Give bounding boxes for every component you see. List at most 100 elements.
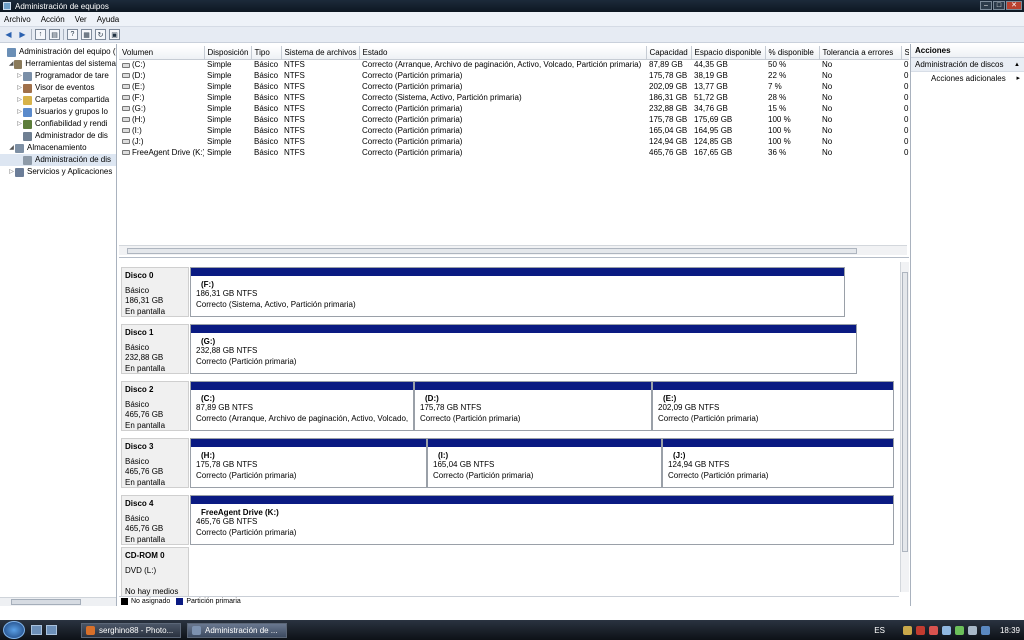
column-header[interactable]: S bbox=[901, 46, 909, 60]
tree-item[interactable]: ▷ Visor de eventos bbox=[0, 82, 116, 94]
tree-item[interactable]: Administrador de dis bbox=[0, 130, 116, 142]
column-header[interactable]: Tolerancia a errores bbox=[819, 46, 902, 60]
tray-update-icon[interactable] bbox=[954, 625, 964, 635]
tray-network-icon[interactable] bbox=[941, 625, 951, 635]
view-icon[interactable]: ▦ bbox=[81, 29, 92, 40]
switch-windows-icon[interactable] bbox=[46, 625, 57, 635]
expand-arrow-icon[interactable]: ▷ bbox=[16, 118, 23, 130]
back-arrow-icon[interactable]: ◀ bbox=[3, 29, 14, 40]
tree-item[interactable]: ▷ Programador de tare bbox=[0, 70, 116, 82]
refresh-icon[interactable]: ↻ bbox=[95, 29, 106, 40]
table-row[interactable]: (H:) Simple Básico NTFS Correcto (Partición … bbox=[119, 114, 909, 125]
column-header[interactable]: % disponible bbox=[765, 46, 820, 60]
disk-row[interactable]: Disco 1 Básico 232,88 GB En pantalla (G:) 232… bbox=[119, 321, 899, 375]
cdrom-info[interactable]: CD-ROM 0 DVD (L:) No hay medios bbox=[121, 547, 189, 597]
forward-arrow-icon[interactable]: ▶ bbox=[17, 29, 28, 40]
collapse-up-icon[interactable]: ▲ bbox=[1014, 58, 1020, 72]
table-row[interactable]: (G:) Simple Básico NTFS Correcto (Partición … bbox=[119, 103, 909, 114]
tree-item[interactable]: ▷ Confiabilidad y rendi bbox=[0, 118, 116, 130]
tray-arrow-icon[interactable] bbox=[902, 625, 912, 635]
column-header[interactable]: Espacio disponible bbox=[691, 46, 766, 60]
table-row[interactable]: (E:) Simple Básico NTFS Correcto (Partición … bbox=[119, 81, 909, 92]
tree-item[interactable]: ▷ Carpetas compartida bbox=[0, 94, 116, 106]
show-hide-tree-icon[interactable]: ▤ bbox=[49, 29, 60, 40]
expand-arrow-icon[interactable]: ▷ bbox=[16, 82, 23, 94]
volume-name: (F:) bbox=[132, 93, 145, 102]
disk-vertical-scrollbar[interactable] bbox=[900, 262, 909, 592]
tree-horizontal-scrollbar[interactable] bbox=[0, 597, 116, 606]
tree-item[interactable]: Administración de dis bbox=[0, 154, 116, 166]
scrollbar-thumb[interactable] bbox=[127, 248, 857, 254]
table-row[interactable]: FreeAgent Drive (K:) Simple Básico NTFS Corr… bbox=[119, 147, 909, 158]
tree-item[interactable]: ▷ Servicios y Aplicaciones bbox=[0, 166, 116, 178]
language-indicator[interactable]: ES bbox=[874, 626, 885, 635]
column-header[interactable]: Disposición bbox=[204, 46, 252, 60]
taskbar-button[interactable]: serghino88 - Photo... bbox=[81, 622, 181, 638]
expand-arrow-icon[interactable]: ◢ bbox=[8, 142, 15, 154]
disk-row[interactable]: Disco 0 Básico 186,31 GB En pantalla (F:) 186… bbox=[119, 264, 899, 318]
partition[interactable]: (D:) 175,78 GB NTFS Correcto (Partición pr… bbox=[414, 381, 652, 431]
tray-device-icon[interactable] bbox=[980, 625, 990, 635]
partition[interactable]: (H:) 175,78 GB NTFS Correcto (Partición pr… bbox=[190, 438, 427, 488]
tray-antivirus-icon[interactable] bbox=[915, 625, 925, 635]
partition[interactable]: FreeAgent Drive (K:) 465,76 GB NTFS Correc… bbox=[190, 495, 894, 545]
actions-section-disk-management[interactable]: Administración de discos ▲ bbox=[911, 58, 1024, 72]
scrollbar-thumb[interactable] bbox=[902, 272, 908, 552]
menu-ayuda[interactable]: Ayuda bbox=[97, 15, 120, 24]
clock[interactable]: 18:39 bbox=[1000, 626, 1020, 635]
table-row[interactable]: (J:) Simple Básico NTFS Correcto (Partición … bbox=[119, 136, 909, 147]
partition[interactable]: (C:) 87,89 GB NTFS Correcto (Arranque, Arc… bbox=[190, 381, 414, 431]
table-row[interactable]: (F:) Simple Básico NTFS Correcto (Sistema, A… bbox=[119, 92, 909, 103]
table-row[interactable]: (I:) Simple Básico NTFS Correcto (Partición … bbox=[119, 125, 909, 136]
partition[interactable]: (E:) 202,09 GB NTFS Correcto (Partición pr… bbox=[652, 381, 894, 431]
column-header[interactable]: Volumen bbox=[119, 46, 205, 60]
table-row[interactable]: (C:) Simple Básico NTFS Correcto (Arranque, … bbox=[119, 59, 909, 70]
tree-item[interactable]: Administración del equipo ( bbox=[0, 46, 116, 58]
disk-info[interactable]: Disco 2 Básico 465,76 GB En pantalla bbox=[121, 381, 189, 431]
disk-info[interactable]: Disco 4 Básico 465,76 GB En pantalla bbox=[121, 495, 189, 545]
maximize-button[interactable]: □ bbox=[993, 1, 1005, 10]
start-button[interactable] bbox=[3, 621, 25, 639]
column-header[interactable]: Estado bbox=[359, 46, 647, 60]
tree-item[interactable]: ▷ Usuarios y grupos lo bbox=[0, 106, 116, 118]
partition-size: 186,31 GB NTFS bbox=[196, 289, 258, 298]
disk-row[interactable]: Disco 2 Básico 465,76 GB En pantalla (C:) 87,… bbox=[119, 378, 899, 432]
menu-ver[interactable]: Ver bbox=[75, 15, 87, 24]
taskbar-button[interactable]: Administración de ... bbox=[187, 622, 287, 638]
minimize-button[interactable]: – bbox=[980, 1, 992, 10]
partition[interactable]: (I:) 165,04 GB NTFS Correcto (Partición pr… bbox=[427, 438, 662, 488]
tree-item[interactable]: ◢ Herramientas del sistema bbox=[0, 58, 116, 70]
disk-row[interactable]: Disco 3 Básico 465,76 GB En pantalla (H:) 175… bbox=[119, 435, 899, 489]
tray-app-icon[interactable] bbox=[928, 625, 938, 635]
properties-icon[interactable]: ▣ bbox=[109, 29, 120, 40]
tree-item[interactable]: ◢ Almacenamiento bbox=[0, 142, 116, 154]
expand-arrow-icon[interactable]: ▷ bbox=[16, 106, 23, 118]
disk-info[interactable]: Disco 0 Básico 186,31 GB En pantalla bbox=[121, 267, 189, 317]
up-folder-icon[interactable]: ↑ bbox=[35, 29, 46, 40]
close-button[interactable]: ✕ bbox=[1006, 1, 1022, 10]
scrollbar-thumb[interactable] bbox=[11, 599, 81, 605]
menu-archivo[interactable]: Archivo bbox=[4, 15, 31, 24]
disk-size: 232,88 GB bbox=[125, 353, 164, 362]
partition-label: (G:) bbox=[201, 337, 216, 346]
menu-accion[interactable]: Acción bbox=[41, 15, 65, 24]
partition[interactable]: (F:) 186,31 GB NTFS Correcto (Sistema, Act… bbox=[190, 267, 845, 317]
table-row[interactable]: (D:) Simple Básico NTFS Correcto (Partición … bbox=[119, 70, 909, 81]
disk-info[interactable]: Disco 1 Básico 232,88 GB En pantalla bbox=[121, 324, 189, 374]
column-header[interactable]: Sistema de archivos bbox=[281, 46, 360, 60]
cdrom-row[interactable]: CD-ROM 0 DVD (L:) No hay medios bbox=[119, 544, 899, 598]
disk-row[interactable]: Disco 4 Básico 465,76 GB En pantalla FreeAge… bbox=[119, 492, 899, 546]
column-header[interactable]: Capacidad bbox=[646, 46, 692, 60]
show-desktop-icon[interactable] bbox=[31, 625, 42, 635]
help-icon[interactable]: ? bbox=[67, 29, 78, 40]
expand-arrow-icon[interactable]: ▷ bbox=[16, 94, 23, 106]
tray-volume-icon[interactable] bbox=[967, 625, 977, 635]
partition[interactable]: (J:) 124,94 GB NTFS Correcto (Partición pr… bbox=[662, 438, 894, 488]
expand-arrow-icon[interactable]: ▷ bbox=[8, 166, 15, 178]
volume-horizontal-scrollbar[interactable] bbox=[119, 245, 907, 255]
column-header[interactable]: Tipo bbox=[251, 46, 282, 60]
disk-info[interactable]: Disco 3 Básico 465,76 GB En pantalla bbox=[121, 438, 189, 488]
expand-arrow-icon[interactable]: ▷ bbox=[16, 70, 23, 82]
partition[interactable]: (G:) 232,88 GB NTFS Correcto (Partición pr… bbox=[190, 324, 857, 374]
more-actions-link[interactable]: Acciones adicionales ▸ bbox=[911, 72, 1024, 86]
